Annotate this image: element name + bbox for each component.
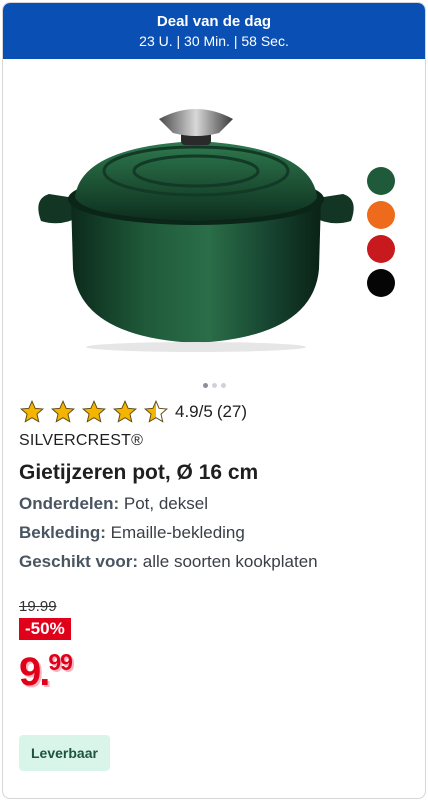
old-price: 19.99 (19, 598, 57, 615)
carousel-dot[interactable] (211, 383, 217, 388)
product-title[interactable]: Gietijzeren pot, Ø 16 cm (19, 461, 409, 485)
price-cents: 99 (48, 649, 73, 675)
star-icon (112, 399, 138, 423)
brand-name: SILVERCREST® (19, 432, 144, 449)
price-main: 9. (19, 650, 50, 694)
carousel-dot[interactable] (202, 383, 208, 388)
color-swatch-orange[interactable] (367, 201, 395, 229)
rating-count: (27) (216, 402, 248, 421)
attribute-row: Bekleding: Emaille-bekleding (19, 523, 245, 542)
half-star-icon (143, 399, 169, 423)
star-icon (19, 399, 45, 423)
attribute-value: Emaille-bekleding (110, 523, 245, 542)
deal-title: Deal van de dag (156, 13, 272, 30)
attribute-key: Geschikt voor (19, 552, 133, 571)
attribute-key: Bekleding (19, 523, 101, 542)
carousel-dot[interactable] (220, 383, 226, 388)
product-info: 4.9/5 (27) SILVERCREST® Gietijzeren pot,… (3, 399, 425, 771)
color-swatch-black[interactable] (367, 269, 395, 297)
attribute-row: Geschikt voor: alle soorten kookplaten (19, 552, 318, 571)
color-swatch-red[interactable] (367, 235, 395, 263)
star-icon (81, 399, 107, 423)
deal-banner: Deal van de dag 23 U. | 30 Min. | 58 Sec… (3, 3, 425, 59)
attribute-value: alle soorten kookplaten (142, 552, 318, 571)
rating-value: 4.9/5 (175, 402, 213, 421)
deal-countdown: 23 U. | 30 Min. | 58 Sec. (139, 33, 289, 49)
rating[interactable]: 4.9/5 (27) (19, 399, 409, 425)
product-media (3, 59, 425, 388)
star-icon (50, 399, 76, 423)
discount-badge: -50% (19, 618, 71, 640)
color-swatches (367, 167, 395, 303)
product-card[interactable]: Deal van de dag 23 U. | 30 Min. | 58 Sec… (2, 2, 426, 799)
rating-stars (19, 399, 174, 425)
attribute-row: Onderdelen: Pot, deksel (19, 494, 208, 513)
color-swatch-green[interactable] (367, 167, 395, 195)
attribute-value: Pot, deksel (123, 494, 208, 513)
attribute-key: Onderdelen (19, 494, 114, 513)
price: 9.99 (19, 642, 409, 692)
carousel-indicator (3, 383, 425, 388)
cast-iron-pot-image[interactable] (31, 99, 361, 354)
availability-badge: Leverbaar (19, 735, 110, 771)
